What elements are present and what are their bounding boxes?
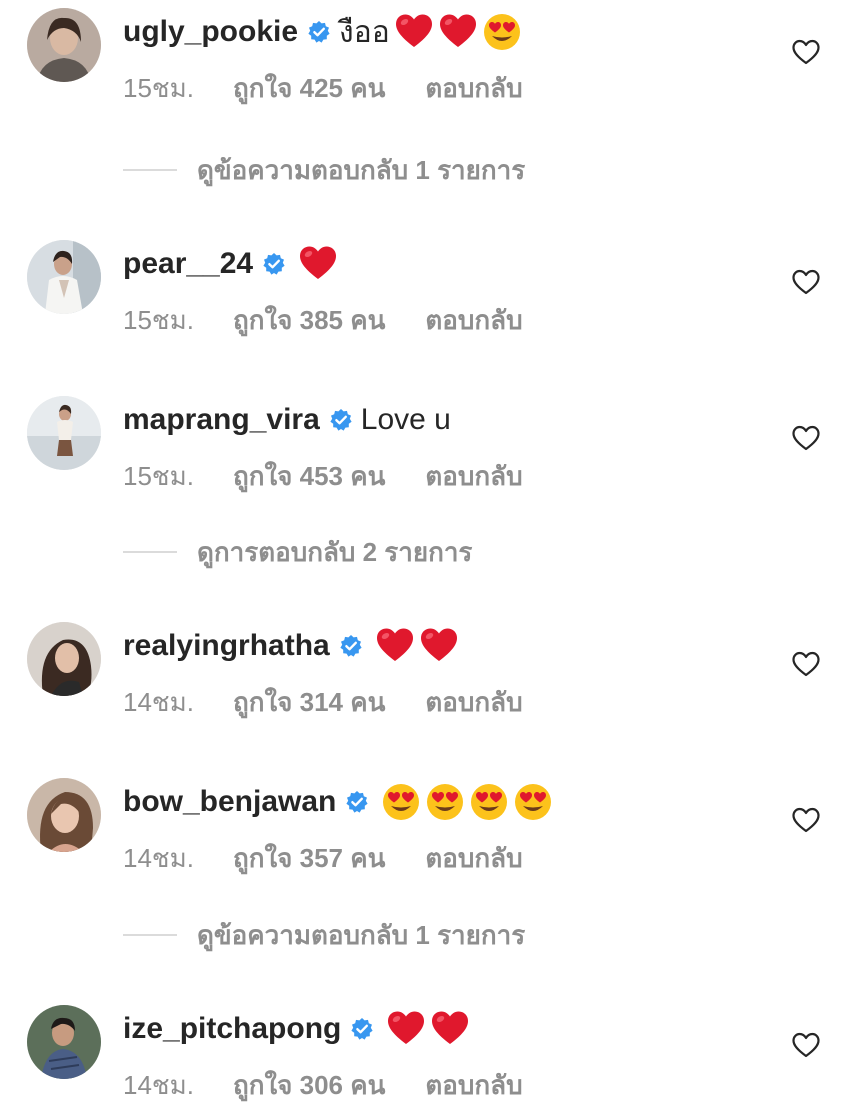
reply-button[interactable]: ตอบกลับ — [425, 300, 522, 341]
comment-item: ize_pitchapong 14ชม. ถูกใจ 306 คน ตอบกลั… — [0, 997, 864, 1107]
verified-badge-icon — [340, 635, 362, 657]
view-replies-label: ดูข้อความตอบกลับ 1 รายการ — [197, 919, 526, 950]
reply-button[interactable]: ตอบกลับ — [425, 456, 522, 497]
heart-eyes-emoji-icon — [483, 14, 520, 50]
heart-eyes-emoji-icon — [515, 784, 552, 820]
verified-badge-icon — [263, 253, 285, 275]
comment-item: pear__24 15ชม. ถูกใจ 385 คน ตอบกลับ — [0, 232, 864, 342]
comment-time: 14ชม. — [123, 843, 194, 873]
heart-outline-icon[interactable] — [791, 424, 821, 452]
view-replies-label: ดูข้อความตอบกลับ 1 รายการ — [197, 154, 526, 185]
red-heart-emoji-icon — [388, 1011, 425, 1044]
heart-outline-icon[interactable] — [791, 806, 821, 834]
heart-outline-icon[interactable] — [791, 268, 821, 296]
verified-badge-icon — [308, 21, 330, 43]
divider — [123, 551, 177, 553]
reply-button[interactable]: ตอบกลับ — [425, 838, 522, 879]
heart-outline-icon[interactable] — [791, 650, 821, 678]
like-count[interactable]: ถูกใจ 385 คน — [233, 300, 385, 341]
avatar[interactable] — [27, 396, 101, 470]
like-count[interactable]: ถูกใจ 357 คน — [233, 838, 385, 879]
heart-eyes-emoji-icon — [383, 784, 420, 820]
avatar[interactable] — [27, 1005, 101, 1079]
comment-text: งืออ — [339, 15, 390, 49]
like-count[interactable]: ถูกใจ 453 คน — [233, 456, 385, 497]
verified-badge-icon — [330, 409, 352, 431]
reply-button[interactable]: ตอบกลับ — [425, 682, 522, 723]
red-heart-emoji-icon — [395, 14, 432, 47]
view-replies-label: ดูการตอบกลับ 2 รายการ — [197, 536, 473, 567]
comment-item: ugly_pookie งืออ 15ชม. ถูกใจ 425 คน ตอบก… — [0, 0, 864, 110]
like-count[interactable]: ถูกใจ 314 คน — [233, 682, 385, 723]
username[interactable]: ugly_pookie — [123, 15, 298, 49]
divider — [123, 934, 177, 936]
view-replies-button[interactable]: ดูข้อความตอบกลับ 1 รายการ — [123, 155, 525, 185]
comment-item: bow_benjawan 14ชม. ถูกใจ 357 คน ตอบกลับ — [0, 770, 864, 880]
verified-badge-icon — [351, 1018, 373, 1040]
red-heart-emoji-icon — [420, 628, 457, 661]
comment-text: Love u — [360, 403, 451, 436]
comment-time: 15ชม. — [123, 73, 194, 103]
reply-button[interactable]: ตอบกลับ — [425, 68, 522, 109]
heart-outline-icon[interactable] — [791, 1031, 821, 1059]
username[interactable]: ize_pitchapong — [123, 1012, 341, 1046]
heart-eyes-emoji-icon — [471, 784, 508, 820]
comment-item: maprang_vira Love u 15ชม. ถูกใจ 453 คน ต… — [0, 388, 864, 498]
comment-item: realyingrhatha 14ชม. ถูกใจ 314 คน ตอบกลั… — [0, 614, 864, 724]
username[interactable]: realyingrhatha — [123, 629, 330, 663]
red-heart-emoji-icon — [439, 14, 476, 47]
avatar[interactable] — [27, 778, 101, 852]
username[interactable]: bow_benjawan — [123, 785, 336, 819]
heart-outline-icon[interactable] — [791, 38, 821, 66]
comment-time: 15ชม. — [123, 305, 194, 335]
divider — [123, 169, 177, 171]
avatar[interactable] — [27, 240, 101, 314]
comment-time: 14ชม. — [123, 687, 194, 717]
avatar[interactable] — [27, 8, 101, 82]
comment-time: 15ชม. — [123, 461, 194, 491]
red-heart-emoji-icon — [300, 246, 337, 279]
like-count[interactable]: ถูกใจ 425 คน — [233, 68, 385, 109]
red-heart-emoji-icon — [376, 628, 413, 661]
view-replies-button[interactable]: ดูการตอบกลับ 2 รายการ — [123, 537, 472, 567]
like-count[interactable]: ถูกใจ 306 คน — [233, 1065, 385, 1106]
username[interactable]: maprang_vira — [123, 403, 320, 437]
comment-time: 14ชม. — [123, 1070, 194, 1100]
view-replies-button[interactable]: ดูข้อความตอบกลับ 1 รายการ — [123, 920, 525, 950]
reply-button[interactable]: ตอบกลับ — [425, 1065, 522, 1106]
username[interactable]: pear__24 — [123, 247, 253, 281]
verified-badge-icon — [346, 791, 368, 813]
red-heart-emoji-icon — [432, 1011, 469, 1044]
avatar[interactable] — [27, 622, 101, 696]
heart-eyes-emoji-icon — [427, 784, 464, 820]
